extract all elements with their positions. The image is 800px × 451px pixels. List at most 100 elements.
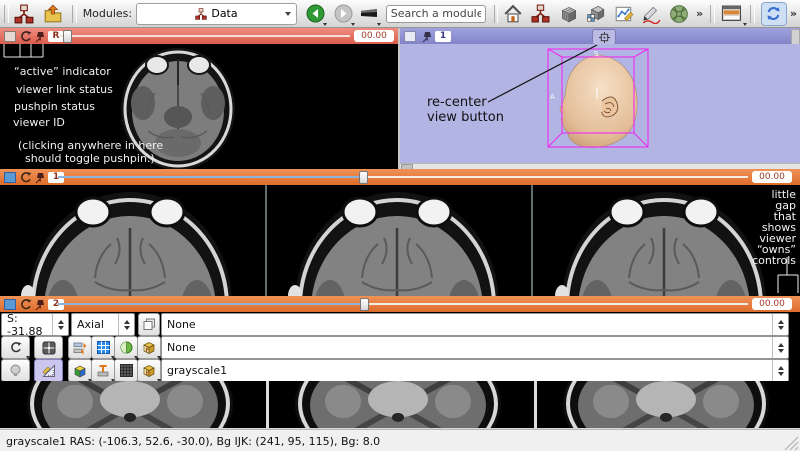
viewer-link-icon[interactable]: [19, 30, 32, 43]
slider-handle[interactable]: [360, 298, 369, 311]
rotate-link-icon: [9, 341, 22, 354]
copy-layers-button[interactable]: [138, 313, 160, 336]
foreground-selector[interactable]: None: [161, 336, 789, 359]
volumes-module-button[interactable]: [558, 2, 580, 25]
orientation-selector[interactable]: Axial: [71, 313, 135, 336]
slice-offset-value[interactable]: 00.00: [752, 171, 792, 183]
ruler-protractor-icon: [42, 364, 56, 378]
markups-pencil-icon: [641, 4, 661, 24]
pushpin-icon[interactable]: [34, 30, 46, 43]
active-indicator[interactable]: [4, 172, 16, 183]
toolbar-handle[interactable]: [494, 5, 499, 23]
viewer-3d-bar[interactable]: 1: [400, 28, 800, 44]
layout-menu-arrow[interactable]: [743, 23, 747, 26]
viewer-id-badge[interactable]: 1: [435, 31, 451, 42]
combo-arrows[interactable]: [118, 314, 134, 335]
toolbar-handle[interactable]: [750, 5, 755, 23]
layout-selector-button[interactable]: [719, 2, 746, 25]
toolbar-handle[interactable]: [4, 5, 9, 23]
viewer-compare1-bar[interactable]: 1 00.00: [0, 169, 800, 185]
data-module-button[interactable]: [530, 2, 552, 25]
forward-icon: [334, 4, 353, 23]
toolbar-overflow-chevron[interactable]: »: [696, 7, 703, 20]
sync-views-button[interactable]: [761, 2, 787, 26]
active-indicator[interactable]: [4, 31, 16, 42]
slider-handle[interactable]: [359, 171, 368, 184]
viewer-link-icon[interactable]: [19, 171, 32, 184]
background-layer-button[interactable]: B: [137, 359, 161, 382]
transform-slice-button[interactable]: [91, 359, 115, 382]
viewer-link-icon[interactable]: [19, 298, 32, 311]
extensions-button[interactable]: [668, 2, 690, 25]
slice-slider-rest[interactable]: [368, 176, 748, 178]
slider-handle[interactable]: [63, 30, 72, 43]
slice-offset-spinbox[interactable]: S: -31.88: [1, 313, 69, 336]
module-search-input[interactable]: [386, 5, 486, 23]
back-menu-arrow[interactable]: [323, 23, 327, 26]
combo-arrows[interactable]: [772, 337, 788, 358]
module-back-button[interactable]: [305, 2, 327, 25]
chevron-down-icon: [285, 12, 291, 16]
compare2-panel[interactable]: [0, 381, 800, 428]
viewer-red-bar[interactable]: R 00.00: [0, 28, 398, 44]
main-toolbar: Modules: Data: [0, 0, 800, 28]
markups-module-button[interactable]: [641, 2, 663, 25]
lightbox-button[interactable]: [1, 359, 30, 382]
dark-grid-icon: [120, 364, 133, 377]
foreground-cube-icon: F: [142, 341, 156, 355]
background-selector[interactable]: grayscale1: [161, 359, 789, 382]
module-selector[interactable]: Data: [136, 3, 297, 25]
annotation-gap-bracket: [768, 255, 800, 295]
brain-slice-image: [293, 381, 503, 428]
slice-slider[interactable]: [60, 35, 350, 37]
link-views-button[interactable]: [1, 336, 30, 359]
toolbar-overflow-chevron-2[interactable]: »: [790, 7, 797, 20]
viewer-compare2-bar[interactable]: 2 00.00: [0, 296, 800, 312]
slice-in-3d-button[interactable]: [114, 336, 138, 359]
combo-arrows[interactable]: [772, 360, 788, 381]
toolbar-handle[interactable]: [710, 5, 715, 23]
slice-visibility-button[interactable]: [68, 336, 92, 359]
active-indicator[interactable]: [404, 31, 416, 42]
annotation-link-status: viewer link status: [16, 83, 113, 96]
mrml-scene-button[interactable]: [13, 2, 35, 25]
slice-offset-value[interactable]: 00.00: [354, 30, 394, 42]
lightbox-grid-button[interactable]: [114, 359, 138, 382]
spinbox-arrows[interactable]: [52, 314, 68, 335]
labelmap-opacity-button[interactable]: [91, 336, 115, 359]
module-forward-button[interactable]: [332, 2, 354, 25]
pushpin-icon[interactable]: [34, 171, 46, 184]
crosshair-button[interactable]: [34, 336, 63, 359]
viewer-3d-panel[interactable]: S A re-center view button: [400, 44, 800, 163]
active-indicator[interactable]: [4, 299, 16, 310]
color-legend-button[interactable]: [68, 359, 92, 382]
history-menu-arrow[interactable]: [377, 23, 381, 26]
compare1-panel[interactable]: little gap that shows viewer “owns” cont…: [0, 185, 800, 296]
pushpin-icon[interactable]: [34, 298, 46, 311]
module-history-button[interactable]: [358, 2, 380, 25]
resize-grip[interactable]: [782, 434, 799, 451]
scrollbar-corner[interactable]: [791, 29, 800, 45]
combo-arrows[interactable]: [772, 314, 788, 335]
add-data-button[interactable]: [42, 2, 64, 25]
ruler-button[interactable]: [34, 359, 63, 382]
slice-slider[interactable]: [58, 303, 362, 305]
slice-offset-value[interactable]: 00.00: [752, 298, 792, 310]
forward-menu-arrow[interactable]: [351, 23, 355, 26]
recenter-view-button[interactable]: [592, 29, 616, 45]
foreground-layer-button[interactable]: F: [137, 336, 161, 359]
slice-slider-rest[interactable]: [369, 303, 748, 305]
brain-slice-image: [15, 186, 245, 296]
editor-module-button[interactable]: [613, 2, 635, 25]
pushpin-icon[interactable]: [421, 30, 433, 43]
viewer-red-panel[interactable]: “active” indicator viewer link status pu…: [0, 44, 398, 169]
home-module-button[interactable]: [502, 2, 524, 25]
brain-slice-image: [549, 186, 779, 296]
annotation-click-note-2: should toggle pushpin.): [25, 152, 155, 165]
slice-slider[interactable]: [58, 176, 361, 178]
toolbar-handle[interactable]: [72, 5, 77, 23]
brain-slice-image: [25, 381, 235, 428]
labelmap-selector[interactable]: None: [161, 313, 789, 336]
layout-icon: [721, 5, 743, 22]
volume-rendering-module-button[interactable]: [585, 2, 607, 25]
